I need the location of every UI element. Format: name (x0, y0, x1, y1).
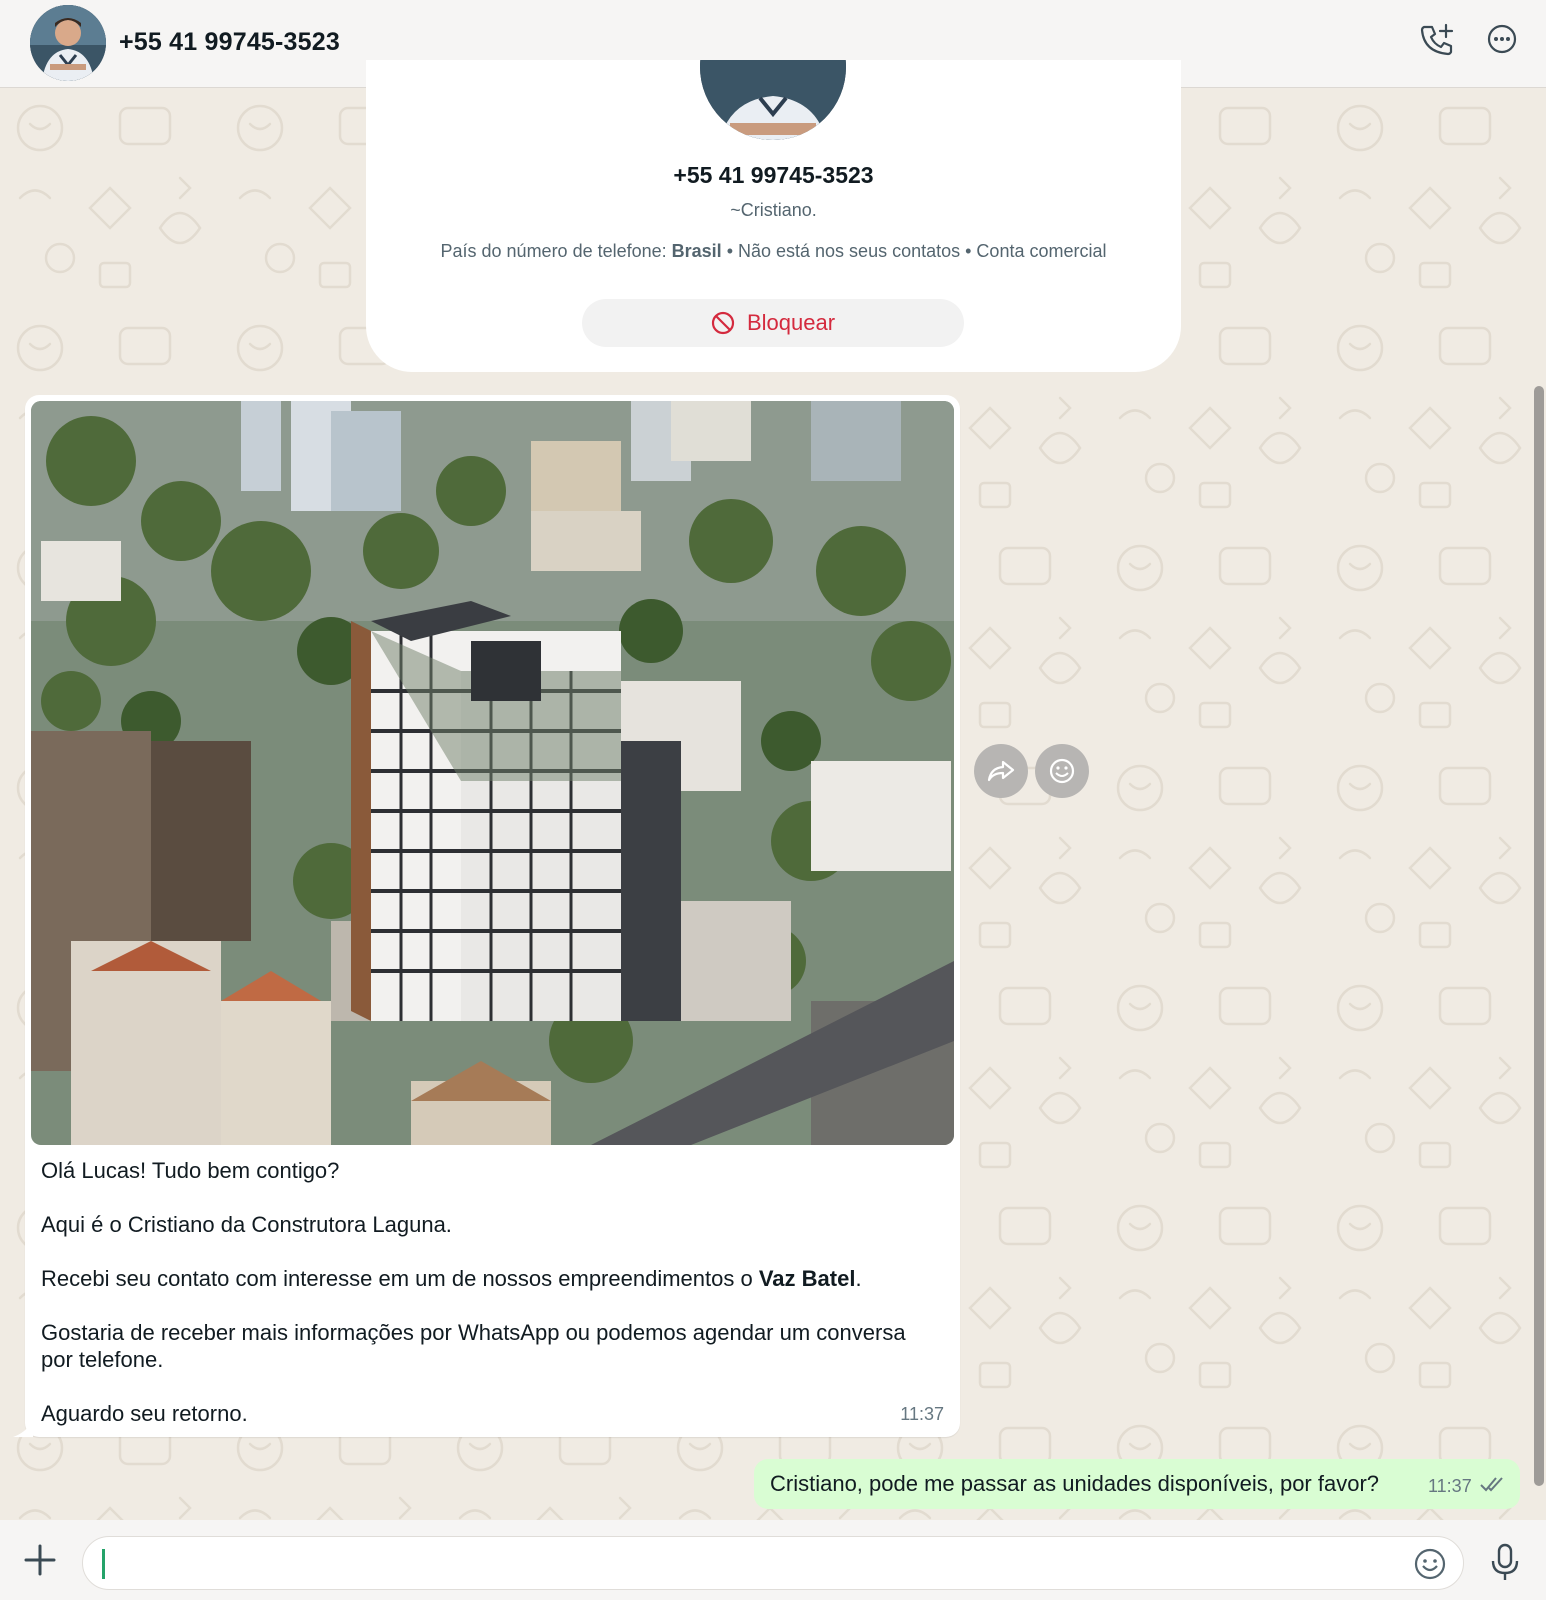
bubble-tail (13, 1421, 33, 1437)
message-text: Olá Lucas! Tudo bem contigo? Aqui é o Cr… (41, 1157, 921, 1427)
chat-title[interactable]: +55 41 99745-3523 (119, 28, 340, 57)
contact-status: • Não está nos seus contatos • Conta com… (721, 241, 1107, 261)
contact-details: País do número de telefone: Brasil • Não… (366, 241, 1181, 262)
interest-text: Recebi seu contato com interesse em um d… (41, 1266, 759, 1291)
message-line-interest: Recebi seu contato com interesse em um d… (41, 1265, 921, 1292)
contact-card-avatar (700, 60, 846, 140)
forward-icon[interactable] (974, 744, 1028, 798)
contact-info-card: +55 41 99745-3523 ~Cristiano. País do nú… (366, 60, 1181, 372)
message-line-offer: Gostaria de receber mais informações por… (41, 1320, 906, 1372)
aerial-city-photo (31, 401, 954, 1145)
block-label: Bloquear (746, 310, 836, 335)
message-line-closing: Aguardo seu retorno. (41, 1401, 248, 1426)
attach-plus-icon[interactable] (20, 1540, 60, 1580)
more-options-icon[interactable] (1485, 22, 1525, 62)
contact-phone: +55 41 99745-3523 (673, 162, 874, 188)
chat-scrollbar[interactable] (1534, 386, 1544, 1486)
text-caret (102, 1549, 105, 1579)
avatar-photo (30, 5, 106, 81)
message-composer (0, 1520, 1546, 1600)
incoming-message[interactable]: Olá Lucas! Tudo bem contigo? Aqui é o Cr… (13, 395, 960, 1437)
country-value: Brasil (671, 241, 722, 261)
interest-end: . (855, 1266, 862, 1291)
message-line-intro: Aqui é o Cristiano da Construtora Laguna… (41, 1212, 452, 1237)
project-name: Vaz Batel (758, 1266, 856, 1291)
outgoing-time: 11:37 (1428, 1476, 1472, 1496)
message-input-box[interactable] (82, 1536, 1464, 1590)
react-emoji-icon[interactable] (1035, 744, 1089, 798)
contact-name: ~Cristiano. (730, 200, 817, 220)
message-image[interactable] (31, 401, 954, 1145)
emoji-icon[interactable] (1413, 1547, 1447, 1581)
contact-avatar[interactable] (30, 5, 106, 81)
outgoing-text: Cristiano, pode me passar as unidades di… (770, 1471, 1380, 1496)
block-icon (711, 311, 735, 335)
double-check-icon (1480, 1477, 1503, 1492)
phone-add-icon[interactable] (1418, 22, 1458, 62)
microphone-icon[interactable] (1488, 1542, 1522, 1582)
block-button[interactable]: Bloquear (582, 299, 964, 347)
message-time: 11:37 (900, 1404, 944, 1424)
message-input[interactable] (101, 1537, 1371, 1589)
outgoing-message[interactable]: Cristiano, pode me passar as unidades di… (754, 1459, 1520, 1509)
country-label: País do número de telefone: (440, 241, 672, 261)
message-line-greeting: Olá Lucas! Tudo bem contigo? (41, 1158, 340, 1183)
